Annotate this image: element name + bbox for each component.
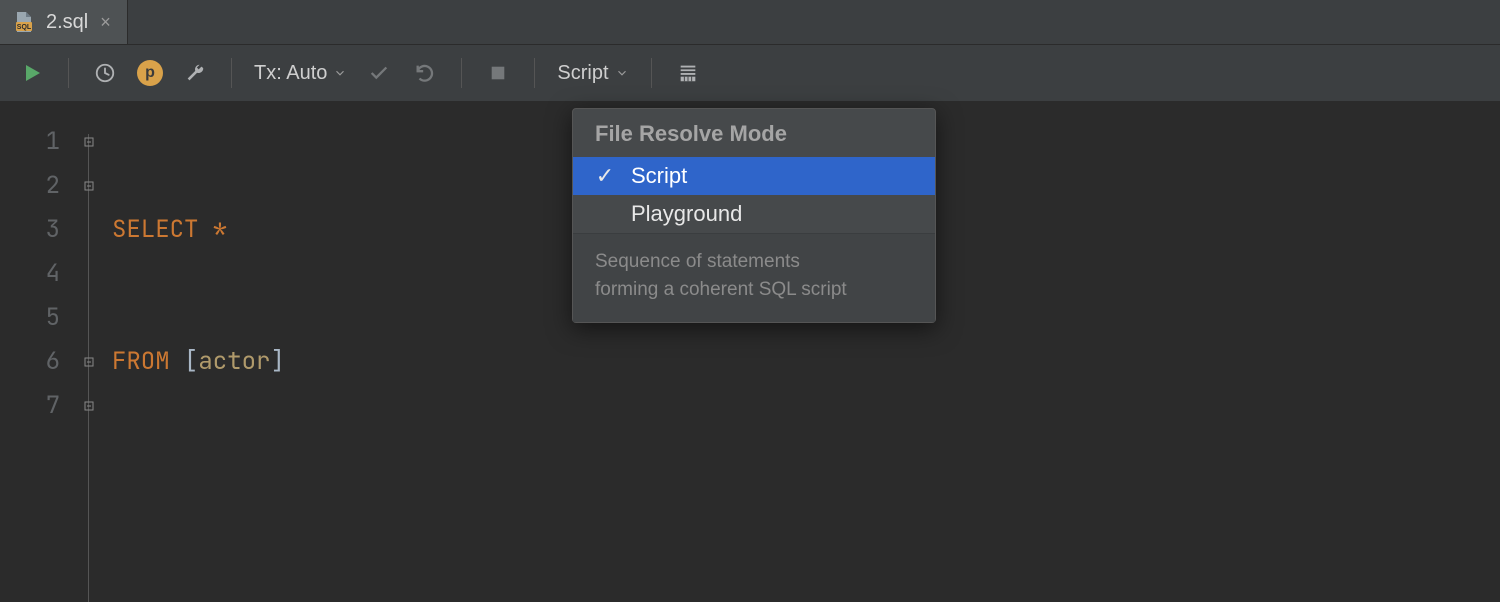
toolbar-separator — [231, 58, 232, 88]
line-number: 7 — [0, 384, 80, 428]
data-editor-icon[interactable] — [674, 59, 702, 87]
resolve-mode-dropdown[interactable]: Script — [557, 62, 628, 85]
close-tab-icon[interactable]: × — [98, 12, 113, 33]
line-number: 6 — [0, 340, 80, 384]
file-tab[interactable]: SQL 2.sql × — [0, 0, 128, 44]
tab-bar: SQL 2.sql × — [0, 0, 1500, 45]
fold-column — [80, 102, 98, 602]
fold-toggle-icon[interactable] — [80, 164, 98, 208]
fold-toggle-icon[interactable] — [80, 340, 98, 384]
popup-header: File Resolve Mode — [573, 109, 935, 157]
tx-mode-label: Tx: Auto — [254, 62, 327, 85]
svg-text:SQL: SQL — [17, 24, 32, 31]
tx-mode-dropdown[interactable]: Tx: Auto — [254, 62, 347, 85]
commit-icon[interactable] — [365, 59, 393, 87]
popup-item-script[interactable]: ✓ Script — [573, 157, 935, 195]
code-line: FROM [actor] — [98, 340, 1500, 384]
settings-wrench-icon[interactable] — [181, 59, 209, 87]
line-gutter: 1 2 3 4 5 6 7 — [0, 102, 80, 602]
toolbar-separator — [68, 58, 69, 88]
popup-item-label: Playground — [631, 201, 742, 227]
line-number: 5 — [0, 296, 80, 340]
line-number: 1 — [0, 120, 80, 164]
toolbar-separator — [651, 58, 652, 88]
chevron-down-icon — [615, 66, 629, 80]
session-badge[interactable]: p — [137, 60, 163, 86]
check-icon: ✓ — [595, 163, 615, 189]
popup-item-playground[interactable]: ✓ Playground — [573, 195, 935, 233]
console-toolbar: p Tx: Auto Script — [0, 45, 1500, 102]
resolve-mode-label: Script — [557, 62, 608, 85]
line-number: 4 — [0, 252, 80, 296]
sql-file-icon: SQL — [12, 10, 36, 34]
chevron-down-icon — [333, 66, 347, 80]
resolve-mode-popup: File Resolve Mode ✓ Script ✓ Playground … — [572, 108, 936, 323]
code-line — [98, 472, 1500, 516]
popup-item-label: Script — [631, 163, 687, 189]
popup-description: Sequence of statements forming a coheren… — [573, 233, 935, 322]
rollback-icon[interactable] — [411, 59, 439, 87]
line-number: 3 — [0, 208, 80, 252]
fold-toggle-icon[interactable] — [80, 384, 98, 428]
stop-button[interactable] — [484, 59, 512, 87]
fold-toggle-icon[interactable] — [80, 120, 98, 164]
toolbar-separator — [461, 58, 462, 88]
history-icon[interactable] — [91, 59, 119, 87]
toolbar-separator — [534, 58, 535, 88]
tab-filename: 2.sql — [46, 11, 88, 34]
line-number: 2 — [0, 164, 80, 208]
run-button[interactable] — [18, 59, 46, 87]
